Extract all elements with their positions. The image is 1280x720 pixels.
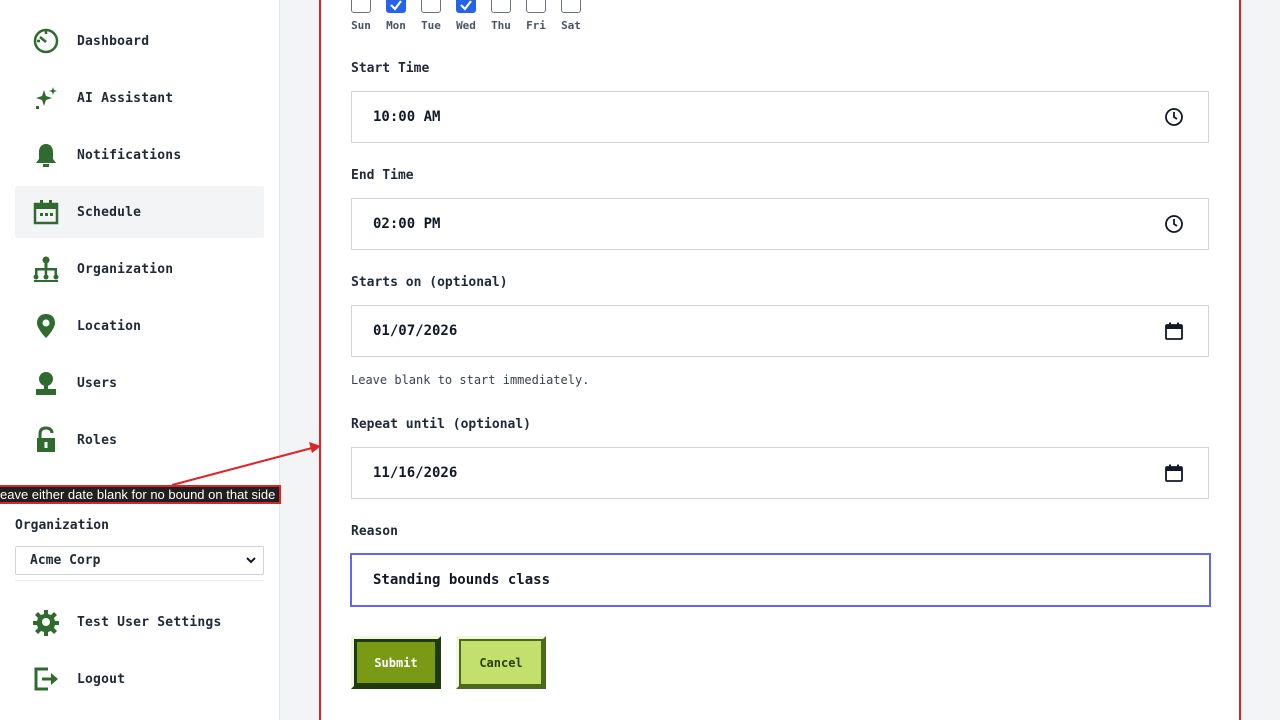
sidebar-item-label: Organization <box>77 261 174 277</box>
bell-icon <box>30 139 62 171</box>
sidebar-item-label: Logout <box>77 671 126 687</box>
day-label: Tue <box>421 19 441 32</box>
calendar-picker-icon[interactable] <box>1164 463 1184 483</box>
end-time-value: 02:00 PM <box>373 216 441 232</box>
day-tue: Tue <box>421 0 456 32</box>
dashboard-icon <box>30 25 62 57</box>
day-checkbox-fri[interactable] <box>526 0 546 13</box>
repeat-until-input[interactable]: 11/16/2026 <box>351 447 1209 499</box>
day-sat: Sat <box>561 0 596 32</box>
location-pin-icon <box>30 310 62 342</box>
weekday-selector: Sun Mon Tue Wed Thu Fri Sat <box>351 0 596 32</box>
sparkle-icon <box>30 82 62 114</box>
org-chart-icon <box>30 253 62 285</box>
sidebar-item-label: Location <box>77 318 142 334</box>
organization-label: Organization <box>15 518 109 533</box>
day-label: Thu <box>491 19 511 32</box>
gear-icon <box>30 606 62 638</box>
calendar-picker-icon[interactable] <box>1164 321 1184 341</box>
starts-on-help-text: Leave blank to start immediately. <box>351 373 590 387</box>
starts-on-value: 01/07/2026 <box>373 323 458 339</box>
organization-select[interactable]: Acme Corp <box>15 546 264 575</box>
day-sun: Sun <box>351 0 386 32</box>
cancel-button[interactable]: Cancel <box>456 636 546 689</box>
sidebar-item-label: Roles <box>77 432 118 448</box>
repeat-until-value: 11/16/2026 <box>373 465 458 481</box>
end-time-label: End Time <box>351 168 414 183</box>
sidebar-item-organization[interactable]: Organization <box>15 243 264 295</box>
organization-select-value: Acme Corp <box>30 553 101 568</box>
sidebar-item-logout[interactable]: Logout <box>15 653 264 705</box>
reason-label: Reason <box>351 524 398 539</box>
sidebar-item-label: Notifications <box>77 147 182 163</box>
annotation-tooltip: eave either date blank for no bound on t… <box>0 485 282 504</box>
start-time-input[interactable]: 10:00 AM <box>351 91 1209 143</box>
sidebar-item-label: Users <box>77 375 118 391</box>
day-mon: Mon <box>386 0 421 32</box>
submit-button-label: Submit <box>374 655 418 670</box>
clock-icon[interactable] <box>1164 214 1184 234</box>
day-label: Sat <box>561 19 581 32</box>
submit-button[interactable]: Submit <box>351 636 441 689</box>
sidebar-item-label: Test User Settings <box>77 614 222 630</box>
day-checkbox-thu[interactable] <box>491 0 511 13</box>
sidebar-item-test-user-settings[interactable]: Test User Settings <box>15 596 264 648</box>
sidebar-item-label: Dashboard <box>77 33 150 49</box>
unlock-icon <box>30 424 62 456</box>
day-label: Sun <box>351 19 371 32</box>
sidebar-item-label: AI Assistant <box>77 90 174 106</box>
day-checkbox-tue[interactable] <box>421 0 441 13</box>
day-thu: Thu <box>491 0 526 32</box>
day-fri: Fri <box>526 0 561 32</box>
checkmark-icon <box>390 0 402 11</box>
sidebar-item-users[interactable]: Users <box>15 357 264 409</box>
sidebar-item-roles[interactable]: Roles <box>15 414 264 466</box>
user-icon <box>30 367 62 399</box>
sidebar-item-ai-assistant[interactable]: AI Assistant <box>15 72 264 124</box>
reason-input[interactable]: Standing bounds class <box>350 553 1211 607</box>
sidebar-item-schedule[interactable]: Schedule <box>15 186 264 238</box>
sidebar-item-notifications[interactable]: Notifications <box>15 129 264 181</box>
start-time-label: Start Time <box>351 61 430 76</box>
clock-icon[interactable] <box>1164 107 1184 127</box>
checkmark-icon <box>460 0 472 11</box>
day-label: Wed <box>456 19 476 32</box>
day-checkbox-wed[interactable] <box>456 0 476 13</box>
end-time-input[interactable]: 02:00 PM <box>351 198 1209 250</box>
chevron-down-icon <box>246 557 256 564</box>
start-time-value: 10:00 AM <box>373 109 441 125</box>
starts-on-input[interactable]: 01/07/2026 <box>351 305 1209 357</box>
day-checkbox-mon[interactable] <box>386 0 406 13</box>
reason-value: Standing bounds class <box>373 572 551 588</box>
calendar-icon <box>30 196 62 228</box>
day-wed: Wed <box>456 0 491 32</box>
sidebar: Dashboard AI Assistant Notifications Sch… <box>0 0 280 720</box>
sidebar-divider <box>15 580 264 581</box>
sidebar-item-location[interactable]: Location <box>15 300 264 352</box>
logout-icon <box>30 663 62 695</box>
day-checkbox-sun[interactable] <box>351 0 371 13</box>
sidebar-item-label: Schedule <box>77 204 142 220</box>
day-label: Fri <box>526 19 546 32</box>
day-checkbox-sat[interactable] <box>561 0 581 13</box>
starts-on-label: Starts on (optional) <box>351 275 508 290</box>
day-label: Mon <box>386 19 406 32</box>
sidebar-item-dashboard[interactable]: Dashboard <box>15 15 264 67</box>
cancel-button-label: Cancel <box>479 655 523 670</box>
repeat-until-label: Repeat until (optional) <box>351 417 532 432</box>
